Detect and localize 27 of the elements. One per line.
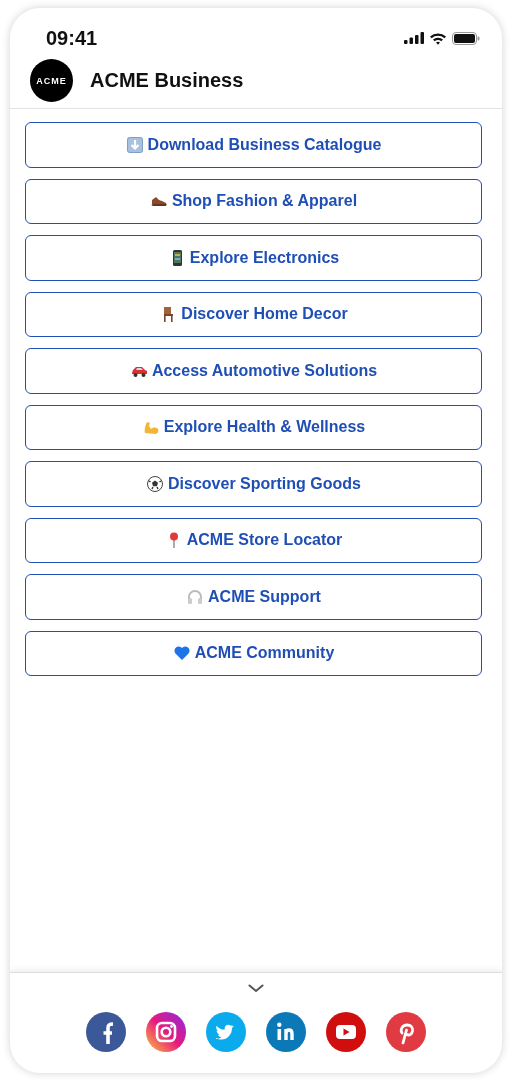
link-button[interactable]: ACME Community — [25, 630, 482, 676]
down-arrow-icon — [125, 135, 144, 154]
play-button-icon[interactable] — [326, 1012, 366, 1052]
pinterest-icon[interactable] — [386, 1012, 426, 1052]
logo: ACME — [30, 59, 73, 102]
headphones-icon — [186, 587, 205, 606]
link-button[interactable]: Shop Fashion & Apparel — [25, 178, 482, 224]
link-button[interactable]: Explore Electronics — [25, 235, 482, 281]
signal-icon — [404, 32, 424, 44]
heart-icon — [172, 644, 191, 663]
status-time: 09:41 — [46, 26, 98, 50]
battery-icon — [452, 31, 480, 45]
link-button[interactable]: Download Business Catalogue — [25, 122, 482, 168]
link-button[interactable]: Discover Home Decor — [25, 291, 482, 337]
linkedin-icon[interactable] — [266, 1012, 306, 1052]
bird-icon[interactable] — [206, 1012, 246, 1052]
link-button[interactable]: Access Automotive Solutions — [25, 348, 482, 394]
link-button[interactable]: ACME Support — [25, 574, 482, 620]
link-button[interactable]: Discover Sporting Goods — [25, 461, 482, 507]
soccer-ball-icon — [146, 474, 165, 493]
link-button[interactable]: Explore Health & Wellness — [25, 404, 482, 450]
app-title: ACME Business — [90, 69, 244, 92]
chevron-down-icon[interactable] — [248, 984, 264, 993]
facebook-icon[interactable] — [86, 1012, 126, 1052]
link-button[interactable]: ACME Store Locator — [25, 517, 482, 563]
wifi-icon — [429, 31, 447, 45]
instagram-icon[interactable] — [146, 1012, 186, 1052]
